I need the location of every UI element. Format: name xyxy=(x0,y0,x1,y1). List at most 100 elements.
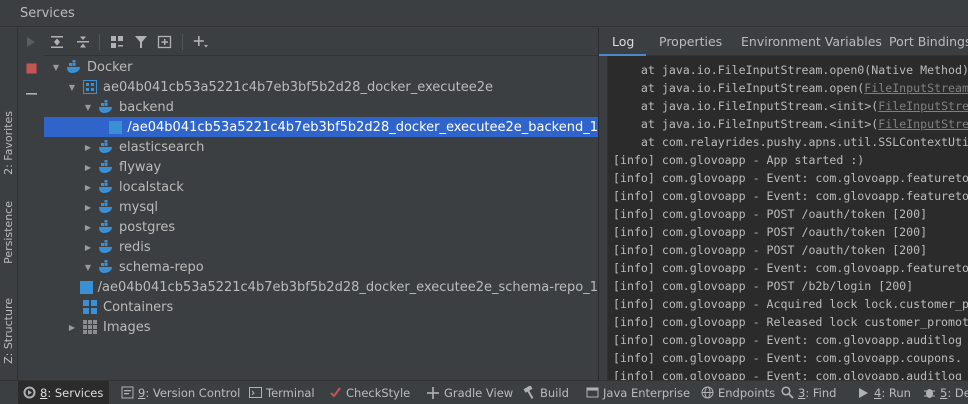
tree-item-flyway[interactable]: ▶ flyway xyxy=(44,157,598,177)
tree-item-containers[interactable]: Containers xyxy=(44,297,598,317)
log-line: [info] com.glovoapp - Event: com.glovoap… xyxy=(613,189,968,203)
services-mnemonic: 8 xyxy=(40,385,48,400)
log-line: [info] com.glovoapp - Event: com.glovoap… xyxy=(613,351,963,365)
container-icon xyxy=(108,119,123,135)
docker-service-icon xyxy=(98,239,114,255)
tree-item-compose-project[interactable]: ▼ ae04b041cb53a5221c4b7eb3bf5b2d28_docke… xyxy=(44,77,598,97)
docker-service-icon xyxy=(98,219,114,235)
log-line: [info] com.glovoapp - Event: com.glovoap… xyxy=(613,369,963,380)
tree-item-schema-repo[interactable]: ▼ schema-repo xyxy=(44,257,598,277)
stop-icon[interactable] xyxy=(18,57,44,79)
log-text: at java.io.FileInputStream.open( xyxy=(613,81,865,95)
group-by-icon[interactable] xyxy=(108,33,126,51)
details-tabs: Log Properties Environment Variables Por… xyxy=(599,28,968,56)
collapsed-arrow-icon[interactable]: ▶ xyxy=(82,177,94,197)
terminal-tool-tab[interactable]: Terminal xyxy=(248,381,315,404)
log-line: at java.io.FileInputStream.<init>(FileIn… xyxy=(613,115,968,133)
favorites-label: 2: Favorites xyxy=(2,111,15,175)
toolbar-separator xyxy=(182,34,183,50)
endpoints-tool-tab[interactable]: Endpoints xyxy=(700,381,775,404)
tree-item-schema-repo-container[interactable]: /ae04b041cb53a5221c4b7eb3bf5b2d28_docker… xyxy=(44,277,598,297)
build-tab-label: Build xyxy=(540,385,569,400)
tree-item-postgres[interactable]: ▶ postgres xyxy=(44,217,598,237)
tab-port-bindings[interactable]: Port Bindings xyxy=(889,34,968,49)
collapsed-arrow-icon[interactable]: ▶ xyxy=(82,157,94,177)
log-line: at java.io.FileInputStream.<init>(FileIn… xyxy=(613,97,968,115)
docker-icon xyxy=(66,59,82,75)
docker-service-icon xyxy=(98,179,114,195)
endpoints-tab-label: Endpoints xyxy=(718,385,776,400)
tree-label: Docker xyxy=(87,59,133,75)
tree-item-backend[interactable]: ▼ backend xyxy=(44,97,598,117)
add-service-icon[interactable] xyxy=(192,33,210,51)
log-line: [info] com.glovoapp - POST /b2b/login [2… xyxy=(613,279,914,293)
services-tool-tab[interactable]: 8: Services xyxy=(18,381,110,404)
log-console[interactable]: at java.io.FileInputStream.open0(Native … xyxy=(607,56,968,380)
collapsed-arrow-icon[interactable]: ▶ xyxy=(82,217,94,237)
build-tool-tab[interactable]: Build xyxy=(522,381,569,404)
java-enterprise-icon xyxy=(585,386,599,400)
find-tab-label: : Find xyxy=(805,385,837,400)
tree-item-mysql[interactable]: ▶ mysql xyxy=(44,197,598,217)
collapsed-arrow-icon[interactable]: ▶ xyxy=(82,197,94,217)
tree-item-images[interactable]: ▶ Images xyxy=(44,317,598,337)
expanded-arrow-icon[interactable]: ▼ xyxy=(50,57,62,77)
checkstyle-icon xyxy=(328,386,342,400)
java-enterprise-tab-label: Java Enterprise xyxy=(603,385,691,400)
collapsed-arrow-icon[interactable]: ▶ xyxy=(82,237,94,257)
version-control-mnemonic: 9 xyxy=(138,385,146,400)
docker-service-icon xyxy=(98,99,114,115)
collapse-all-icon[interactable] xyxy=(74,33,92,51)
run-tool-tab[interactable]: 4: Run xyxy=(856,381,911,404)
java-enterprise-tool-tab[interactable]: Java Enterprise xyxy=(585,381,690,404)
run-tab-label: : Run xyxy=(881,385,911,400)
collapsed-arrow-icon[interactable]: ▶ xyxy=(66,317,78,337)
run-mnemonic: 4 xyxy=(874,385,882,400)
find-tool-tab[interactable]: 3: Find xyxy=(780,381,836,404)
tree-item-docker[interactable]: ▼ Docker xyxy=(44,57,598,77)
find-mnemonic: 3 xyxy=(798,385,806,400)
debug-tool-tab[interactable]: 5: Debug xyxy=(922,381,968,404)
log-line: [info] com.glovoapp - POST /oauth/token … xyxy=(613,225,928,239)
favorites-tab[interactable]: 2: Favorites xyxy=(0,98,17,188)
debug-tab-label: : Debug xyxy=(947,385,968,400)
checkstyle-tool-tab[interactable]: CheckStyle xyxy=(328,381,410,404)
expand-all-icon[interactable] xyxy=(48,33,66,51)
expanded-arrow-icon[interactable]: ▼ xyxy=(82,97,94,117)
expanded-arrow-icon[interactable]: ▼ xyxy=(82,257,94,277)
tab-properties[interactable]: Properties xyxy=(659,34,722,49)
log-line: [info] com.glovoapp - POST /oauth/token … xyxy=(613,207,928,221)
minus-icon[interactable] xyxy=(18,82,44,104)
tree-item-backend-container[interactable]: /ae04b041cb53a5221c4b7eb3bf5b2d28_docker… xyxy=(44,117,598,137)
tree-item-elasticsearch[interactable]: ▶ elasticsearch xyxy=(44,137,598,157)
log-line: [info] com.glovoapp - Acquired lock lock… xyxy=(613,297,968,311)
tree-label: schema-repo xyxy=(119,259,204,275)
persistence-tab[interactable]: Persistence xyxy=(0,190,17,275)
tree-item-redis[interactable]: ▶ redis xyxy=(44,237,598,257)
source-link[interactable]: FileInputStream.java:138 xyxy=(878,99,968,113)
bottom-tool-bar: 8: Services 9: Version Control Terminal … xyxy=(0,380,968,404)
services-icon xyxy=(22,386,36,400)
structure-tab[interactable]: Z: Structure xyxy=(0,286,17,376)
log-line: [info] com.glovoapp - POST /oauth/token … xyxy=(613,243,928,257)
tab-environment-variables[interactable]: Environment Variables xyxy=(741,34,882,49)
new-tab-icon[interactable] xyxy=(156,33,174,51)
log-line: [info] com.glovoapp - Event: com.glovoap… xyxy=(613,261,968,275)
collapsed-arrow-icon[interactable]: ▶ xyxy=(82,137,94,157)
left-tool-strip: 2: Favorites Persistence Z: Structure xyxy=(0,28,18,380)
version-control-icon xyxy=(120,386,134,400)
source-link[interactable]: FileInputStream.java:195 xyxy=(864,81,968,95)
tree-item-localstack[interactable]: ▶ localstack xyxy=(44,177,598,197)
run-icon[interactable] xyxy=(18,31,44,53)
expanded-arrow-icon[interactable]: ▼ xyxy=(66,77,78,97)
tree-label: Images xyxy=(103,319,151,335)
source-link[interactable]: FileInputStream.java:93 xyxy=(878,117,968,131)
filter-icon[interactable] xyxy=(132,33,150,51)
terminal-icon xyxy=(248,386,262,400)
version-control-tool-tab[interactable]: 9: Version Control xyxy=(120,381,240,404)
docker-service-icon xyxy=(98,199,114,215)
log-text: at java.io.FileInputStream.<init>( xyxy=(613,99,879,113)
log-line: [info] com.glovoapp - App started :) xyxy=(613,153,865,167)
gradle-view-tool-tab[interactable]: Gradle View xyxy=(426,381,513,404)
tab-log[interactable]: Log xyxy=(612,34,634,49)
